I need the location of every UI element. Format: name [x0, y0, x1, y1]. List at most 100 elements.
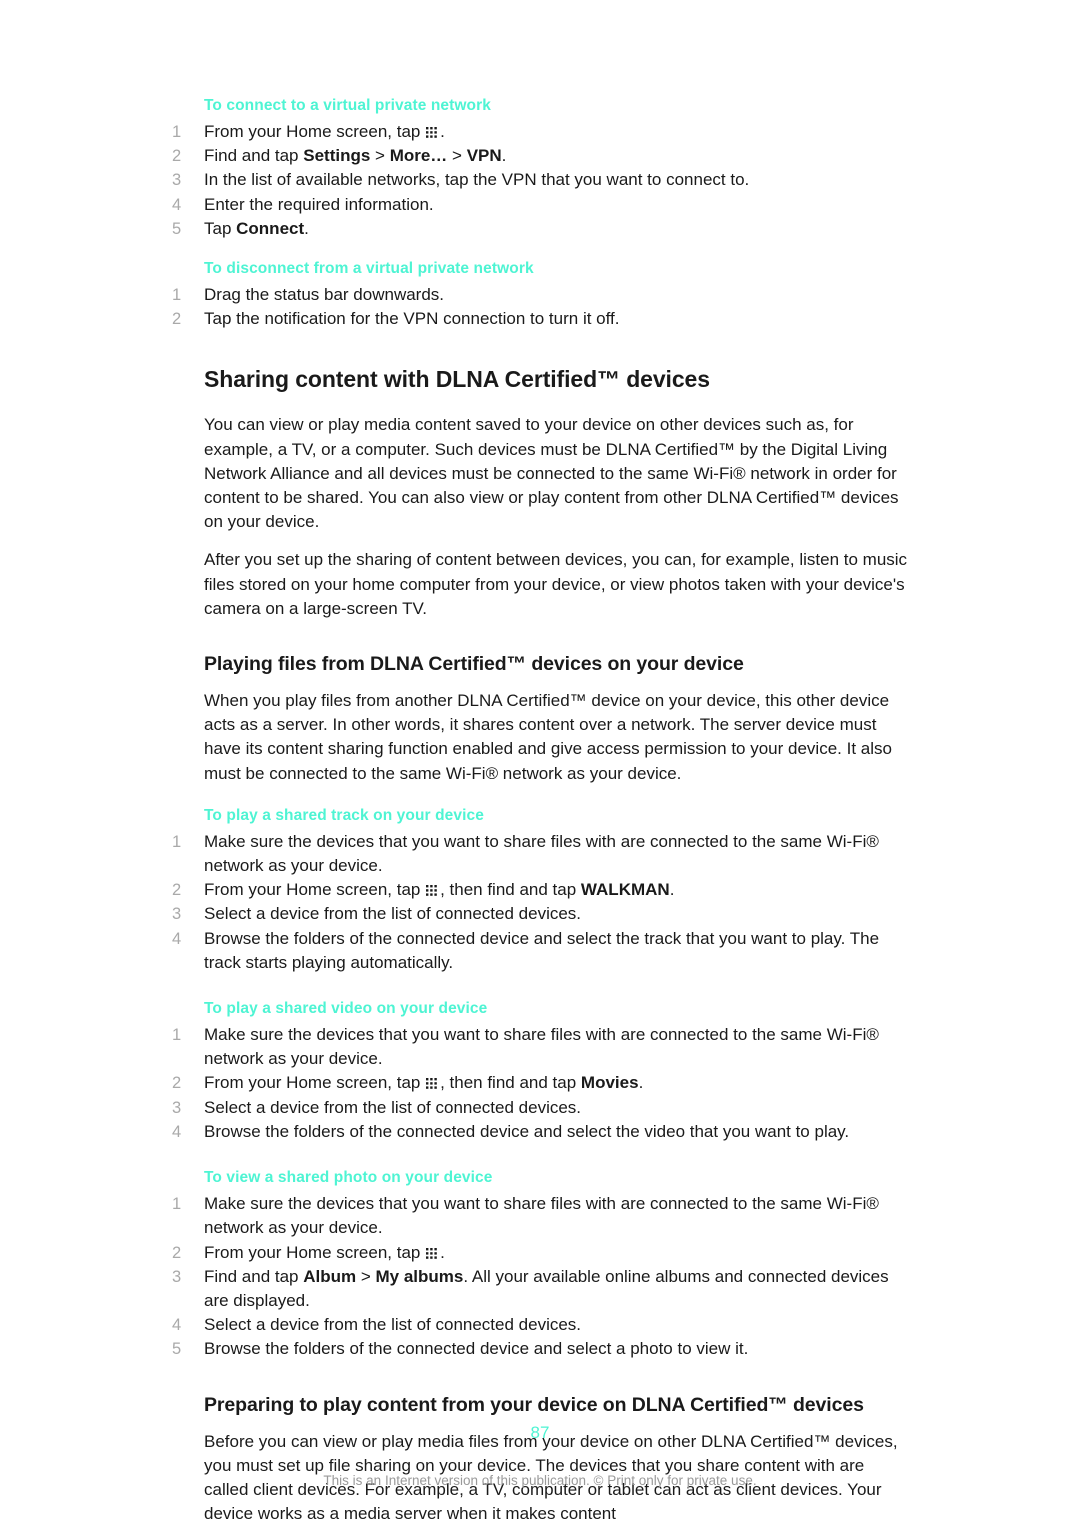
list-item: 2 From your Home screen, tap , then find…	[172, 1071, 912, 1095]
keyword-movies: Movies	[580, 1073, 639, 1093]
list-item: 3 In the list of available networks, tap…	[172, 168, 912, 192]
app-drawer-grid-icon	[426, 1247, 439, 1259]
step-number: 2	[172, 881, 182, 900]
step-text: From your Home screen, tap .	[204, 1242, 445, 1262]
paragraph-sharing-dlna-2: After you set up the sharing of content …	[204, 550, 908, 618]
steps-shared-photo: 1 Make sure the devices that you want to…	[172, 1192, 912, 1361]
step-text: Select a device from the list of connect…	[204, 904, 582, 924]
steps-shared-track: 1 Make sure the devices that you want to…	[172, 830, 912, 975]
keyword-vpn: VPN	[466, 146, 502, 166]
page-number: 87	[530, 1423, 550, 1442]
page-content: To connect to a virtual private network …	[172, 96, 912, 1526]
step-text: Drag the status bar downwards.	[204, 285, 445, 305]
step-text: Make sure the devices that you want to s…	[204, 1025, 879, 1069]
step-number: 5	[172, 219, 182, 238]
paragraph-sharing-dlna-1: You can view or play media content saved…	[204, 415, 899, 532]
step-number: 2	[172, 1243, 182, 1262]
step-number: 2	[172, 310, 182, 329]
list-item: 1 Make sure the devices that you want to…	[172, 1192, 912, 1240]
procedure-heading-shared-track: To play a shared track on your device	[204, 806, 484, 824]
list-item: 4 Browse the folders of the connected de…	[172, 1120, 912, 1144]
step-number: 3	[172, 1267, 182, 1286]
list-item: 2 Tap the notification for the VPN conne…	[172, 307, 912, 331]
list-item: 5 Browse the folders of the connected de…	[172, 1337, 912, 1361]
step-text: In the list of available networks, tap t…	[204, 170, 750, 190]
step-text: Browse the folders of the connected devi…	[204, 1339, 749, 1359]
step-text: Enter the required information.	[204, 194, 434, 214]
step-number: 2	[172, 1074, 182, 1093]
list-item: 4 Enter the required information.	[172, 193, 912, 217]
procedure-heading-shared-video: To play a shared video on your device	[204, 1000, 488, 1018]
step-number: 1	[172, 286, 182, 305]
list-item: 3 Find and tap Album > My albums. All yo…	[172, 1265, 912, 1313]
step-text: Select a device from the list of connect…	[204, 1097, 582, 1117]
subsection-heading-preparing: Preparing to play content from your devi…	[204, 1393, 864, 1416]
keyword-more: More…	[389, 146, 448, 166]
steps-vpn-disconnect: 1 Drag the status bar downwards. 2 Tap t…	[172, 283, 912, 331]
step-number: 1	[172, 123, 182, 141]
list-item: 1 Drag the status bar downwards.	[172, 283, 912, 307]
step-number: 2	[172, 147, 182, 166]
document-page: To connect to a virtual private network …	[0, 0, 1080, 1527]
section-heading-sharing-dlna: Sharing content with DLNA Certified™ dev…	[204, 366, 710, 393]
step-text: Make sure the devices that you want to s…	[204, 1194, 879, 1238]
step-text: From your Home screen, tap , then find a…	[204, 1073, 644, 1093]
step-text: Find and tap Settings > More… > VPN.	[204, 146, 507, 166]
step-number: 5	[172, 1340, 182, 1359]
list-item: 4 Select a device from the list of conne…	[172, 1313, 912, 1337]
step-number: 4	[172, 1316, 182, 1335]
step-text: Find and tap Album > My albums. All your…	[204, 1266, 889, 1310]
keyword-walkman: WALKMAN	[580, 880, 670, 900]
step-number: 1	[172, 1026, 182, 1045]
step-text: Select a device from the list of connect…	[204, 1315, 582, 1335]
step-number: 3	[172, 905, 182, 924]
list-item: 2 From your Home screen, tap .	[172, 1241, 912, 1265]
step-number: 4	[172, 195, 182, 214]
step-text: From your Home screen, tap , then find a…	[204, 880, 675, 900]
keyword-my-albums: My albums	[375, 1266, 464, 1286]
step-number: 4	[172, 1122, 182, 1141]
step-text: Tap the notification for the VPN connect…	[204, 309, 620, 329]
step-number: 4	[172, 929, 182, 948]
list-item: 4 Browse the folders of the connected de…	[172, 927, 912, 975]
step-text: Browse the folders of the connected devi…	[204, 928, 880, 972]
step-number: 3	[172, 171, 182, 190]
app-drawer-grid-icon	[426, 127, 439, 138]
step-text: From your Home screen, tap .	[204, 122, 445, 141]
step-text: Browse the folders of the connected devi…	[204, 1121, 850, 1141]
keyword-settings: Settings	[303, 146, 371, 166]
paragraph-playing-files-1: When you play files from another DLNA Ce…	[204, 691, 892, 783]
list-item: 3 Select a device from the list of conne…	[172, 902, 912, 926]
steps-vpn-connect: 1 From your Home screen, tap . 2 Find an…	[172, 120, 912, 241]
list-item: 1 Make sure the devices that you want to…	[172, 1023, 912, 1071]
steps-shared-video: 1 Make sure the devices that you want to…	[172, 1023, 912, 1144]
keyword-connect: Connect	[236, 218, 305, 238]
procedure-heading-shared-photo: To view a shared photo on your device	[204, 1169, 493, 1187]
list-item: 3 Select a device from the list of conne…	[172, 1096, 912, 1120]
keyword-album: Album	[303, 1266, 357, 1286]
list-item: 5 Tap Connect.	[172, 217, 912, 241]
app-drawer-grid-icon	[426, 885, 439, 897]
step-number: 1	[172, 832, 182, 851]
procedure-heading-vpn-disconnect: To disconnect from a virtual private net…	[204, 260, 534, 278]
subsection-heading-playing-files: Playing files from DLNA Certified™ devic…	[204, 653, 744, 676]
step-text: Tap Connect.	[204, 218, 309, 238]
page-footnote: This is an Internet version of this publ…	[323, 1473, 757, 1488]
list-item: 1 From your Home screen, tap .	[172, 120, 912, 144]
step-number: 1	[172, 1195, 182, 1214]
list-item: 2 From your Home screen, tap , then find…	[172, 878, 912, 902]
list-item: 1 Make sure the devices that you want to…	[172, 830, 912, 878]
step-number: 3	[172, 1098, 182, 1117]
procedure-heading-vpn-connect: To connect to a virtual private network	[204, 97, 491, 114]
step-text: Make sure the devices that you want to s…	[204, 831, 879, 876]
list-item: 2 Find and tap Settings > More… > VPN.	[172, 144, 912, 168]
